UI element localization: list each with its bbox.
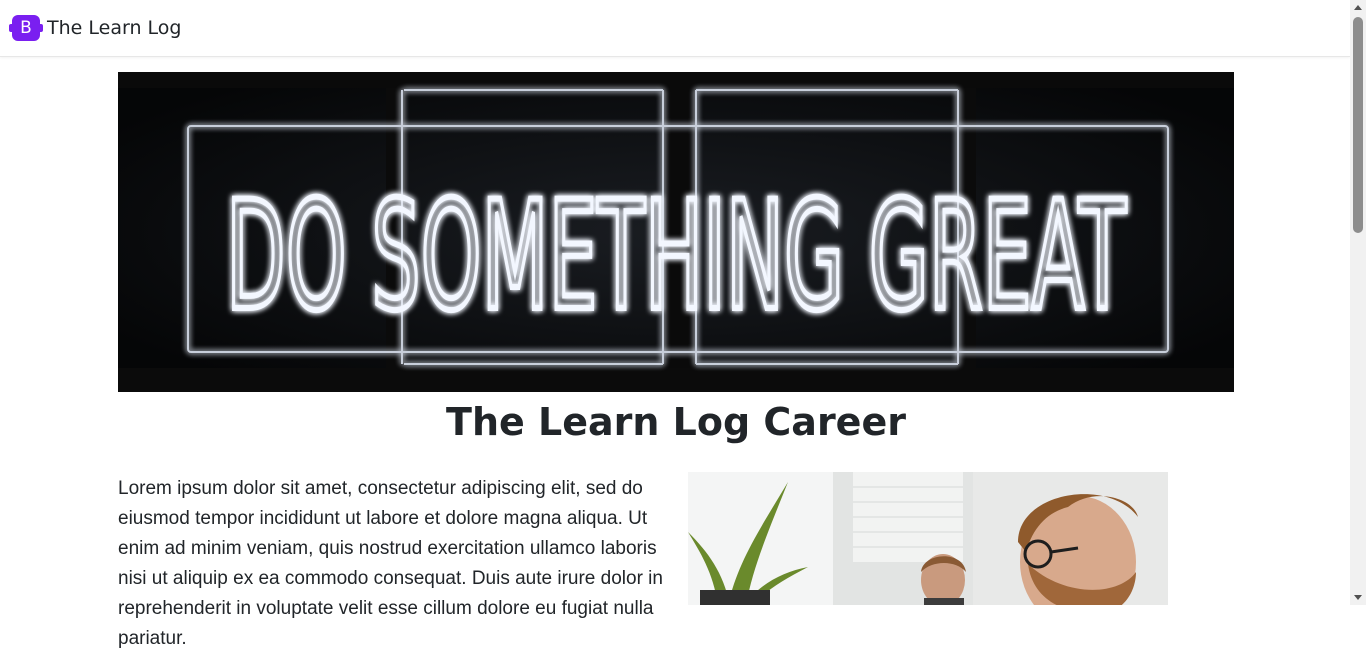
brand-link[interactable]: B The Learn Log — [9, 15, 182, 41]
page-title: The Learn Log Career — [446, 400, 906, 444]
career-photo — [688, 472, 1168, 605]
neon-sign-text: DO SOMETHING GREAT — [226, 170, 1127, 344]
vertical-scrollbar[interactable] — [1350, 0, 1366, 605]
scroll-down-arrow-icon[interactable] — [1354, 595, 1362, 600]
scrollbar-thumb[interactable] — [1353, 17, 1363, 233]
bootstrap-logo-icon: B — [9, 15, 43, 41]
top-navbar: B The Learn Log — [0, 0, 1350, 57]
neon-sign-illustration: DO SOMETHING GREAT — [118, 72, 1234, 392]
office-photo-illustration — [688, 472, 1168, 605]
brand-name: The Learn Log — [47, 17, 182, 39]
scroll-up-arrow-icon[interactable] — [1354, 5, 1362, 10]
intro-paragraph: Lorem ipsum dolor sit amet, consectetur … — [118, 478, 663, 649]
hero-image: DO SOMETHING GREAT — [118, 72, 1234, 392]
